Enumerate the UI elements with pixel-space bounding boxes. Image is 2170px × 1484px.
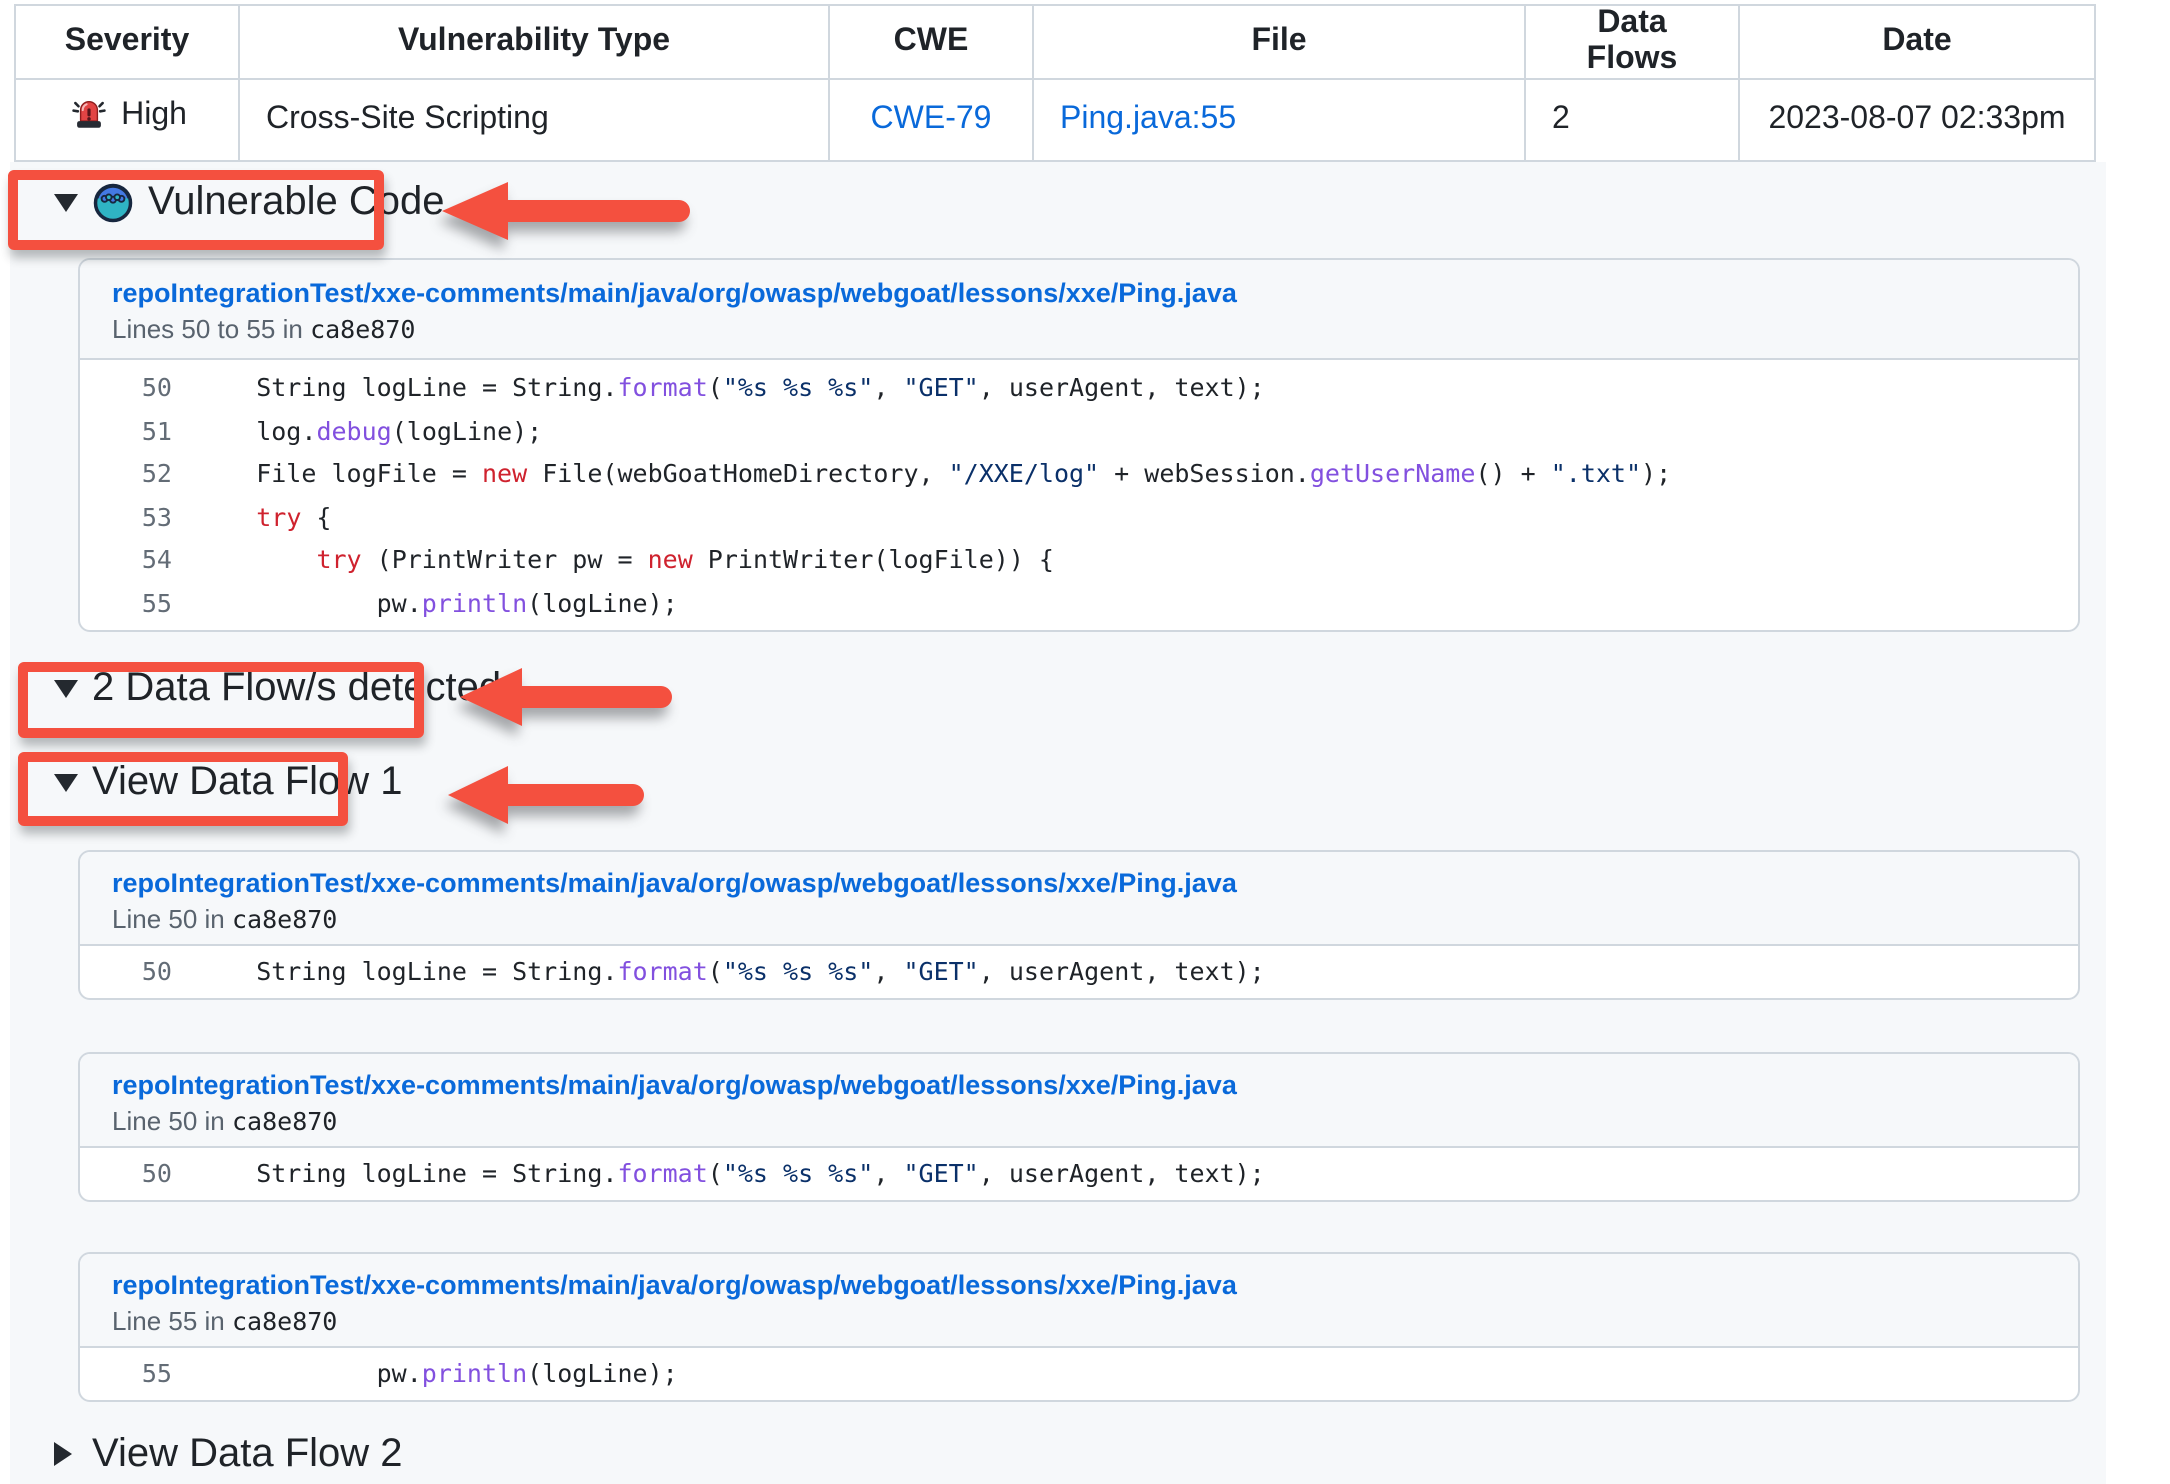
- code-block-header: repoIntegrationTest/xxe-comments/main/ja…: [80, 260, 2078, 360]
- column-header-data-flows: Data Flows: [1525, 5, 1739, 79]
- line-number: 50: [80, 952, 196, 992]
- table-row: High Cross-Site Scripting CWE-79 Ping.ja…: [15, 79, 2095, 161]
- column-header-severity: Severity: [15, 5, 239, 79]
- view-data-flow-2-summary[interactable]: View Data Flow 2: [54, 1432, 2080, 1476]
- data-flows-detected-label: 2 Data Flow/s detected: [92, 665, 501, 711]
- code-text: String logLine = String.format("%s %s %s…: [196, 1154, 1265, 1194]
- code-text: try (PrintWriter pw = new PrintWriter(lo…: [196, 538, 1054, 581]
- data-flow-step-block: repoIntegrationTest/xxe-comments/main/ja…: [78, 1252, 2080, 1402]
- line-number: 55: [80, 1354, 196, 1394]
- code-lines: 55 pw.println(logLine);: [80, 1348, 2078, 1400]
- file-path-link[interactable]: repoIntegrationTest/xxe-comments/main/ja…: [112, 1068, 2046, 1104]
- line-number: 53: [80, 495, 196, 538]
- code-block-meta: Line 50 in ca8e870: [112, 1106, 2046, 1138]
- triangle-down-icon: [54, 773, 78, 791]
- cwe-cell: CWE-79: [829, 79, 1033, 161]
- wave-logo-icon: [92, 181, 134, 223]
- line-number: 52: [80, 452, 196, 495]
- line-range-label: Line 50 in: [112, 904, 232, 934]
- line-number: 50: [80, 1154, 196, 1194]
- code-line: 54 try (PrintWriter pw = new PrintWriter…: [80, 538, 2078, 581]
- code-line: 52 File logFile = new File(webGoatHomeDi…: [80, 452, 2078, 495]
- report-details-container: Vulnerable Code repoIntegrationTest/xxe-…: [10, 162, 2106, 1484]
- file-cell: Ping.java:55: [1033, 79, 1525, 161]
- vulnerability-type-cell: Cross-Site Scripting: [239, 79, 829, 161]
- triangle-down-icon: [54, 679, 78, 697]
- code-block-header: repoIntegrationTest/xxe-comments/main/ja…: [80, 1054, 2078, 1148]
- line-range-label: Line 55 in: [112, 1306, 232, 1336]
- code-text: log.debug(logLine);: [196, 409, 542, 452]
- data-flows-cell: 2: [1525, 79, 1739, 161]
- line-number: 50: [80, 366, 196, 409]
- file-path-link[interactable]: repoIntegrationTest/xxe-comments/main/ja…: [112, 1268, 2046, 1304]
- data-flows-detected-summary[interactable]: 2 Data Flow/s detected: [54, 664, 2080, 712]
- commit-hash: ca8e870: [232, 904, 337, 934]
- line-range-label: Line 50 in: [112, 1106, 232, 1136]
- table-header-row: Severity Vulnerability Type CWE File Dat…: [15, 5, 2095, 79]
- code-line: 50 String logLine = String.format("%s %s…: [80, 1154, 2078, 1194]
- code-line: 50 String logLine = String.format("%s %s…: [80, 366, 2078, 409]
- column-header-cwe: CWE: [829, 5, 1033, 79]
- code-text: pw.println(logLine);: [196, 581, 678, 624]
- code-text: try {: [196, 495, 332, 538]
- code-line: 50 String logLine = String.format("%s %s…: [80, 952, 2078, 992]
- view-data-flow-1-summary[interactable]: View Data Flow 1: [54, 758, 2080, 806]
- code-line: 51 log.debug(logLine);: [80, 409, 2078, 452]
- code-block-header: repoIntegrationTest/xxe-comments/main/ja…: [80, 852, 2078, 946]
- line-number: 54: [80, 538, 196, 581]
- column-header-vulnerability-type: Vulnerability Type: [239, 5, 829, 79]
- view-data-flow-2-label: View Data Flow 2: [92, 1431, 403, 1477]
- code-text: String logLine = String.format("%s %s %s…: [196, 366, 1265, 409]
- line-number: 55: [80, 581, 196, 624]
- cwe-link[interactable]: CWE-79: [871, 102, 992, 136]
- code-block-meta: Line 55 in ca8e870: [112, 1306, 2046, 1338]
- column-header-file: File: [1033, 5, 1525, 79]
- triangle-down-icon: [54, 193, 78, 211]
- code-line: 55 pw.println(logLine);: [80, 581, 2078, 624]
- file-path-link[interactable]: repoIntegrationTest/xxe-comments/main/ja…: [112, 866, 2046, 902]
- date-cell: 2023-08-07 02:33pm: [1739, 79, 2095, 161]
- commit-hash: ca8e870: [232, 1306, 337, 1336]
- severity-label: High: [121, 97, 187, 133]
- column-header-date: Date: [1739, 5, 2095, 79]
- code-block-meta: Lines 50 to 55 in ca8e870: [112, 314, 2046, 346]
- data-flow-step-block: repoIntegrationTest/xxe-comments/main/ja…: [78, 850, 2080, 1000]
- vulnerability-report-page: Severity Vulnerability Type CWE File Dat…: [0, 4, 2170, 1470]
- code-line: 53 try {: [80, 495, 2078, 538]
- line-range-label: Lines 50 to 55 in: [112, 314, 310, 344]
- vulnerable-code-label: Vulnerable Code: [148, 179, 445, 225]
- file-link[interactable]: Ping.java:55: [1060, 102, 1236, 136]
- siren-icon: [67, 94, 109, 136]
- code-line: 55 pw.println(logLine);: [80, 1354, 2078, 1394]
- vulnerability-summary-table: Severity Vulnerability Type CWE File Dat…: [14, 4, 2096, 162]
- line-number: 51: [80, 409, 196, 452]
- commit-hash: ca8e870: [232, 1106, 337, 1136]
- vulnerable-code-summary[interactable]: Vulnerable Code: [54, 178, 2080, 226]
- code-block-header: repoIntegrationTest/xxe-comments/main/ja…: [80, 1254, 2078, 1348]
- vulnerable-code-block: repoIntegrationTest/xxe-comments/main/ja…: [78, 258, 2080, 632]
- code-lines: 50 String logLine = String.format("%s %s…: [80, 946, 2078, 998]
- code-lines: 50 String logLine = String.format("%s %s…: [80, 1148, 2078, 1200]
- triangle-right-icon: [54, 1442, 72, 1466]
- severity-cell: High: [15, 79, 239, 161]
- code-text: pw.println(logLine);: [196, 1354, 678, 1394]
- commit-hash: ca8e870: [310, 314, 415, 344]
- code-block-meta: Line 50 in ca8e870: [112, 904, 2046, 936]
- code-text: File logFile = new File(webGoatHomeDirec…: [196, 452, 1671, 495]
- code-lines: 50 String logLine = String.format("%s %s…: [80, 360, 2078, 630]
- view-data-flow-1-label: View Data Flow 1: [92, 759, 403, 805]
- file-path-link[interactable]: repoIntegrationTest/xxe-comments/main/ja…: [112, 276, 2046, 312]
- code-text: String logLine = String.format("%s %s %s…: [196, 952, 1265, 992]
- data-flow-step-block: repoIntegrationTest/xxe-comments/main/ja…: [78, 1052, 2080, 1202]
